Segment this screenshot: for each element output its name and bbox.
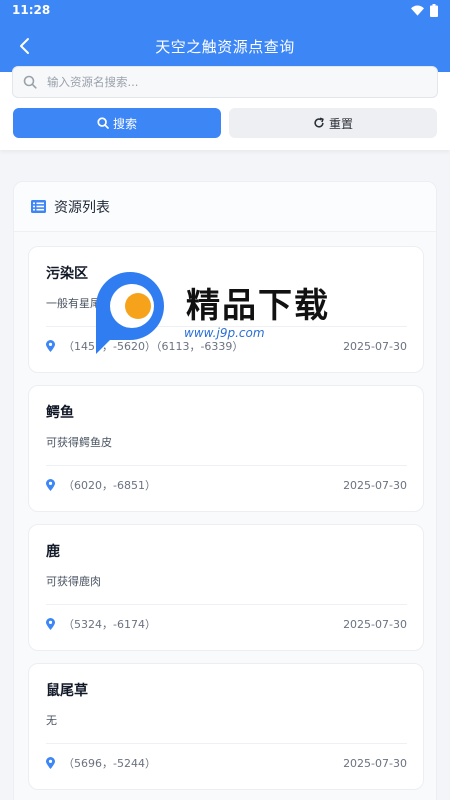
wifi-icon [411, 5, 424, 16]
coords-group: （5324，-6174） [46, 616, 156, 632]
search-icon [97, 117, 109, 129]
resource-desc: 可获得鹿肉 [46, 575, 101, 588]
status-time: 11:28 [12, 3, 51, 17]
coords-group: （5696，-5244） [46, 755, 156, 771]
app-bar: 11:28 天空之触资源点查询 [0, 0, 450, 72]
location-pin-icon [46, 340, 55, 352]
resource-coords: （5324，-6174） [63, 618, 156, 631]
reset-button-label: 重置 [328, 116, 353, 131]
resource-footer: （1457，-5620）（6113，-6339） 2025-07-30 [46, 335, 407, 357]
search-icon [23, 75, 37, 89]
resource-coords: （6020，-6851） [63, 479, 156, 492]
resource-footer: （5324，-6174） 2025-07-30 [46, 613, 407, 635]
resource-name: 污染区 [46, 266, 88, 282]
resource-date: 2025-07-30 [343, 339, 407, 353]
resource-list-card: 资源列表 污染区 一般有星尾石 （1457，-5620）（6113，-6339）… [13, 181, 437, 800]
resource-coords: （1457，-5620）（6113，-6339） [63, 340, 244, 353]
search-button[interactable]: 搜索 [13, 108, 221, 138]
divider [46, 743, 407, 744]
coords-group: （1457，-5620）（6113，-6339） [46, 338, 243, 354]
divider [46, 604, 407, 605]
resource-date: 2025-07-30 [343, 617, 407, 631]
resource-desc: 可获得鳄鱼皮 [46, 436, 112, 449]
location-pin-icon [46, 757, 55, 769]
status-bar: 11:28 [0, 0, 450, 20]
title-bar: 天空之触资源点查询 [0, 20, 450, 72]
list-header: 资源列表 [14, 182, 436, 232]
resource-date: 2025-07-30 [343, 478, 407, 492]
resource-item[interactable]: 鼠尾草 无 （5696，-5244） 2025-07-30 [28, 663, 424, 790]
resource-footer: （6020，-6851） 2025-07-30 [46, 474, 407, 496]
resource-desc: 一般有星尾石 [46, 297, 112, 310]
refresh-icon [314, 117, 324, 128]
list-title: 资源列表 [54, 199, 110, 216]
resource-coords: （5696，-5244） [63, 757, 156, 770]
divider [46, 326, 407, 327]
resource-footer: （5696，-5244） 2025-07-30 [46, 752, 407, 774]
location-pin-icon [46, 618, 55, 630]
back-button[interactable] [8, 30, 40, 62]
page-title: 天空之触资源点查询 [155, 37, 295, 56]
resource-item[interactable]: 鹿 可获得鹿肉 （5324，-6174） 2025-07-30 [28, 524, 424, 651]
search-button-label: 搜索 [112, 116, 137, 131]
search-input[interactable] [47, 75, 407, 89]
search-box[interactable] [12, 66, 438, 98]
resource-item[interactable]: 鳄鱼 可获得鳄鱼皮 （6020，-6851） 2025-07-30 [28, 385, 424, 512]
status-icons [411, 3, 438, 17]
button-row: 搜索 重置 [13, 108, 437, 138]
divider [46, 465, 407, 466]
battery-icon [430, 3, 438, 17]
resource-item[interactable]: 污染区 一般有星尾石 （1457，-5620）（6113，-6339） 2025… [28, 246, 424, 373]
back-icon [20, 38, 29, 54]
reset-button[interactable]: 重置 [229, 108, 437, 138]
resource-name: 鳄鱼 [46, 405, 74, 421]
list-icon [31, 200, 46, 213]
coords-group: （6020，-6851） [46, 477, 156, 493]
resource-date: 2025-07-30 [343, 756, 407, 770]
resource-name: 鹿 [46, 544, 60, 560]
resource-name: 鼠尾草 [46, 683, 88, 699]
location-pin-icon [46, 479, 55, 491]
resource-desc: 无 [46, 714, 57, 727]
